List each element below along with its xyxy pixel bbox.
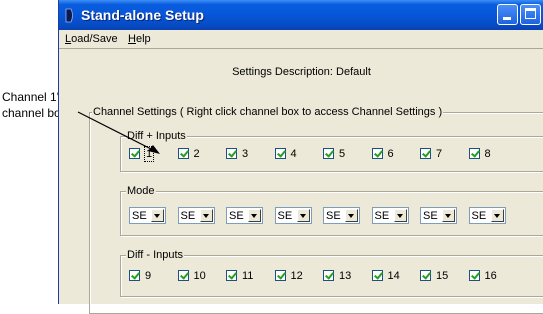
chevron-down-icon[interactable] — [296, 209, 310, 222]
channel-label: 9 — [145, 270, 152, 282]
channel-label: 3 — [242, 148, 249, 160]
title-bar[interactable]: Stand-alone Setup — [59, 0, 543, 30]
channel-checkbox[interactable] — [177, 270, 189, 281]
menu-help[interactable]: Help — [128, 33, 151, 45]
chevron-down-icon[interactable] — [393, 209, 407, 222]
mode-group: Mode SE SE SE SE SE SE SE SE — [120, 185, 543, 236]
mode-select-6[interactable]: SE — [371, 207, 409, 224]
diff-plus-group: Diff + Inputs 1 2 3 4 5 6 7 8 — [120, 130, 543, 172]
mode-select-value: SE — [374, 210, 390, 222]
app-icon — [65, 8, 73, 23]
channel-settings-title: Channel Settings ( Right click channel b… — [92, 106, 444, 119]
menu-load-save-label: oad/Save — [71, 33, 118, 45]
channel-checkbox[interactable] — [468, 270, 480, 281]
mode-title: Mode — [126, 185, 156, 198]
channel-checkbox[interactable] — [177, 148, 189, 159]
mode-select-8[interactable]: SE — [468, 207, 506, 224]
diff-minus-group: Diff - Inputs 9 10 11 12 13 14 15 16 — [120, 249, 543, 297]
menu-help-label: elp — [135, 33, 151, 45]
menu-help-accel: H — [128, 33, 136, 45]
mode-select-value: SE — [132, 210, 147, 222]
chevron-down-icon[interactable] — [199, 209, 213, 222]
chevron-down-icon[interactable] — [248, 209, 261, 222]
mode-select-1[interactable]: SE — [129, 207, 166, 224]
menu-bar: Load/Save Help — [59, 30, 543, 48]
setup-window: Stand-alone Setup Load/Save Help Setting… — [58, 0, 543, 314]
channel-label: 16 — [484, 270, 497, 282]
mode-select-value: SE — [423, 210, 438, 222]
channel-checkbox[interactable] — [226, 148, 237, 159]
mode-select-2[interactable]: SE — [177, 207, 215, 224]
channel-label: 13 — [339, 270, 352, 282]
channel-label: 2 — [193, 148, 200, 160]
maximize-button[interactable] — [520, 4, 541, 25]
menu-divider — [59, 48, 543, 49]
menu-load-save[interactable]: Load/Save — [65, 33, 118, 45]
channel-checkbox[interactable] — [274, 148, 286, 159]
mode-select-value: SE — [326, 210, 341, 222]
channel-label: 12 — [290, 270, 303, 282]
mode-select-value: SE — [229, 210, 244, 222]
channel-checkbox[interactable] — [468, 148, 480, 159]
mode-select-value: SE — [277, 210, 293, 222]
settings-description: Settings Description: Default — [232, 66, 371, 78]
channel-checkbox[interactable] — [323, 270, 334, 281]
chevron-down-icon[interactable] — [442, 209, 455, 222]
diff-minus-title: Diff - Inputs — [126, 249, 185, 262]
channel-checkbox[interactable] — [323, 148, 334, 159]
channel-checkbox[interactable] — [274, 270, 286, 281]
mode-select-3[interactable]: SE — [226, 207, 263, 224]
mode-select-7[interactable]: SE — [420, 207, 457, 224]
channel-label: 1 — [143, 146, 155, 162]
mode-select-4[interactable]: SE — [274, 207, 312, 224]
chevron-down-icon[interactable] — [345, 209, 358, 222]
channel-label: 11 — [242, 270, 254, 282]
channel-label: 7 — [436, 148, 443, 160]
minimize-button[interactable] — [497, 4, 518, 25]
channel-checkbox[interactable] — [371, 270, 383, 281]
chevron-down-icon[interactable] — [490, 209, 504, 222]
channel-label: 10 — [193, 270, 206, 282]
channel-checkbox[interactable] — [129, 148, 140, 159]
channel-label: 15 — [436, 270, 449, 282]
channel-checkbox[interactable] — [420, 148, 431, 159]
channel-label: 6 — [387, 148, 394, 160]
channel-label: 8 — [484, 148, 491, 160]
channel-label: 5 — [339, 148, 346, 160]
channel-label: 4 — [290, 148, 297, 160]
channel-checkbox[interactable] — [420, 270, 431, 281]
mode-select-value: SE — [180, 210, 196, 222]
minimize-icon — [503, 17, 511, 20]
maximize-icon — [525, 8, 536, 19]
channel-checkbox[interactable] — [129, 270, 140, 281]
channel-checkbox[interactable] — [226, 270, 237, 281]
diff-plus-title: Diff + Inputs — [126, 130, 187, 143]
channel-label: 14 — [387, 270, 400, 282]
channel-settings-group: Channel Settings ( Right click channel b… — [89, 106, 543, 314]
channel-checkbox[interactable] — [371, 148, 383, 159]
chevron-down-icon[interactable] — [151, 209, 164, 222]
mode-select-value: SE — [471, 210, 487, 222]
window-title: Stand-alone Setup — [81, 7, 204, 23]
mode-select-5[interactable]: SE — [323, 207, 360, 224]
